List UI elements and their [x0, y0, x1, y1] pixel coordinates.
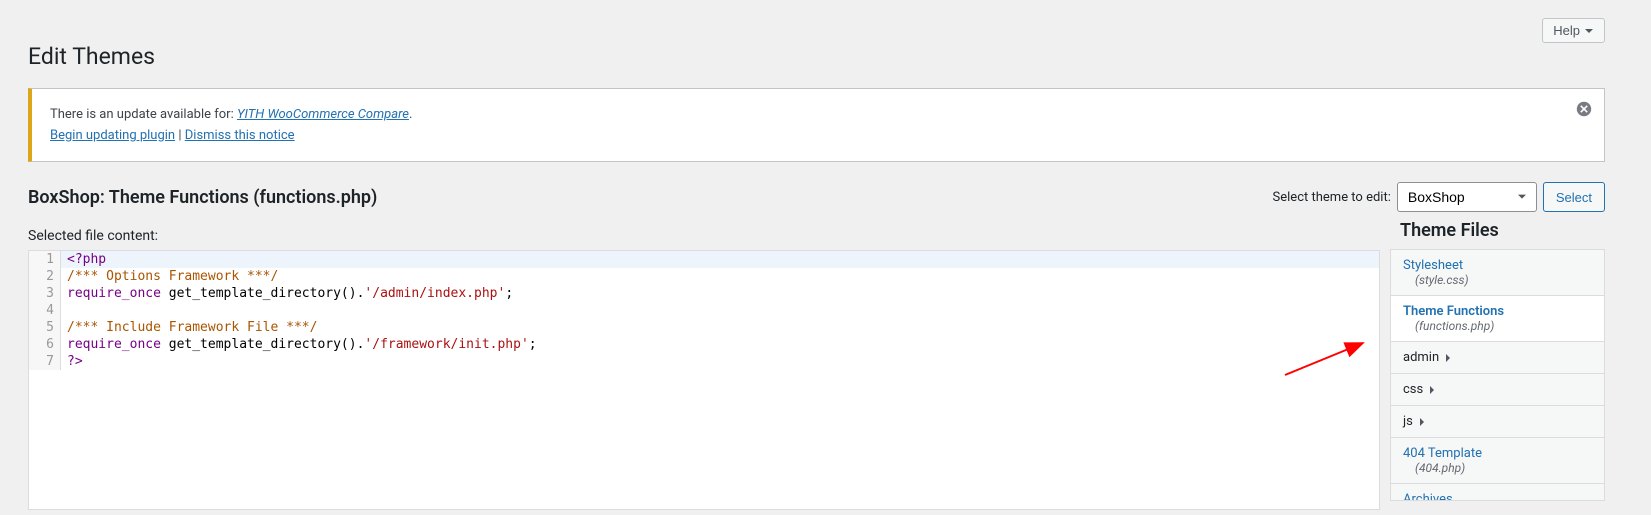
current-file-heading: BoxShop: Theme Functions (functions.php)	[28, 187, 377, 208]
file-tree-folder[interactable]: admin	[1391, 342, 1604, 374]
code-content[interactable]	[61, 302, 1379, 319]
begin-updating-link[interactable]: Begin updating plugin	[50, 128, 175, 143]
file-meta: (functions.php)	[1415, 319, 1592, 333]
code-line[interactable]: 3require_once get_template_directory().'…	[29, 285, 1379, 302]
file-meta: (404.php)	[1415, 461, 1592, 475]
select-button[interactable]: Select	[1543, 182, 1605, 212]
file-meta: (style.css)	[1415, 273, 1592, 287]
dismiss-notice-button[interactable]	[1572, 97, 1596, 124]
help-button-label: Help	[1553, 23, 1580, 38]
code-content[interactable]: ?>	[61, 353, 1379, 370]
dismiss-notice-link[interactable]: Dismiss this notice	[185, 128, 295, 143]
notice-text-before: There is an update available for:	[50, 107, 237, 122]
file-name: Theme Functions	[1403, 304, 1504, 319]
chevron-right-icon	[1443, 353, 1453, 363]
code-line[interactable]: 4	[29, 302, 1379, 319]
selected-file-content-label: Selected file content:	[28, 228, 1380, 244]
file-tree-file[interactable]: Stylesheet(style.css)	[1391, 250, 1604, 296]
line-number: 2	[29, 268, 61, 285]
theme-files-heading: Theme Files	[1390, 220, 1605, 241]
file-name: admin	[1403, 350, 1592, 365]
theme-select[interactable]: BoxShop	[1397, 182, 1537, 212]
code-line[interactable]: 2/*** Options Framework ***/	[29, 268, 1379, 285]
help-button[interactable]: Help	[1542, 18, 1605, 43]
notice-plugin-link[interactable]: YITH WooCommerce Compare	[237, 107, 409, 122]
chevron-down-icon	[1584, 26, 1594, 36]
notice-period: .	[409, 107, 412, 122]
chevron-right-icon	[1427, 385, 1437, 395]
file-name: Stylesheet	[1403, 258, 1463, 273]
theme-select-label: Select theme to edit:	[1273, 190, 1391, 205]
line-number: 6	[29, 336, 61, 353]
notice-separator: |	[175, 128, 185, 143]
line-number: 1	[29, 251, 61, 268]
file-name: css	[1403, 382, 1592, 397]
page-title: Edit Themes	[28, 43, 1605, 70]
file-tree-file[interactable]: Theme Functions(functions.php)	[1391, 296, 1604, 342]
file-name: js	[1403, 414, 1592, 429]
code-content[interactable]: /*** Include Framework File ***/	[61, 319, 1379, 336]
file-name: Archives	[1403, 492, 1453, 501]
code-content[interactable]: require_once get_template_directory().'/…	[61, 285, 1379, 302]
file-tree-folder[interactable]: css	[1391, 374, 1604, 406]
file-tree-file[interactable]: Archives	[1391, 484, 1604, 501]
code-content[interactable]: /*** Options Framework ***/	[61, 268, 1379, 285]
code-editor[interactable]: 1<?php2/*** Options Framework ***/3requi…	[28, 250, 1380, 510]
file-tree-file[interactable]: 404 Template(404.php)	[1391, 438, 1604, 484]
file-tree-folder[interactable]: js	[1391, 406, 1604, 438]
chevron-right-icon	[1417, 417, 1427, 427]
code-content[interactable]: require_once get_template_directory().'/…	[61, 336, 1379, 353]
close-icon	[1576, 101, 1592, 117]
code-line[interactable]: 6require_once get_template_directory().'…	[29, 336, 1379, 353]
line-number: 5	[29, 319, 61, 336]
file-tree[interactable]: Stylesheet(style.css)Theme Functions(fun…	[1390, 249, 1605, 501]
line-number: 7	[29, 353, 61, 370]
file-name: 404 Template	[1403, 446, 1482, 461]
code-line[interactable]: 1<?php	[29, 251, 1379, 268]
update-notice: There is an update available for: YITH W…	[28, 88, 1605, 162]
code-line[interactable]: 5/*** Include Framework File ***/	[29, 319, 1379, 336]
code-content[interactable]: <?php	[61, 251, 1379, 268]
line-number: 3	[29, 285, 61, 302]
code-line[interactable]: 7?>	[29, 353, 1379, 370]
line-number: 4	[29, 302, 61, 319]
